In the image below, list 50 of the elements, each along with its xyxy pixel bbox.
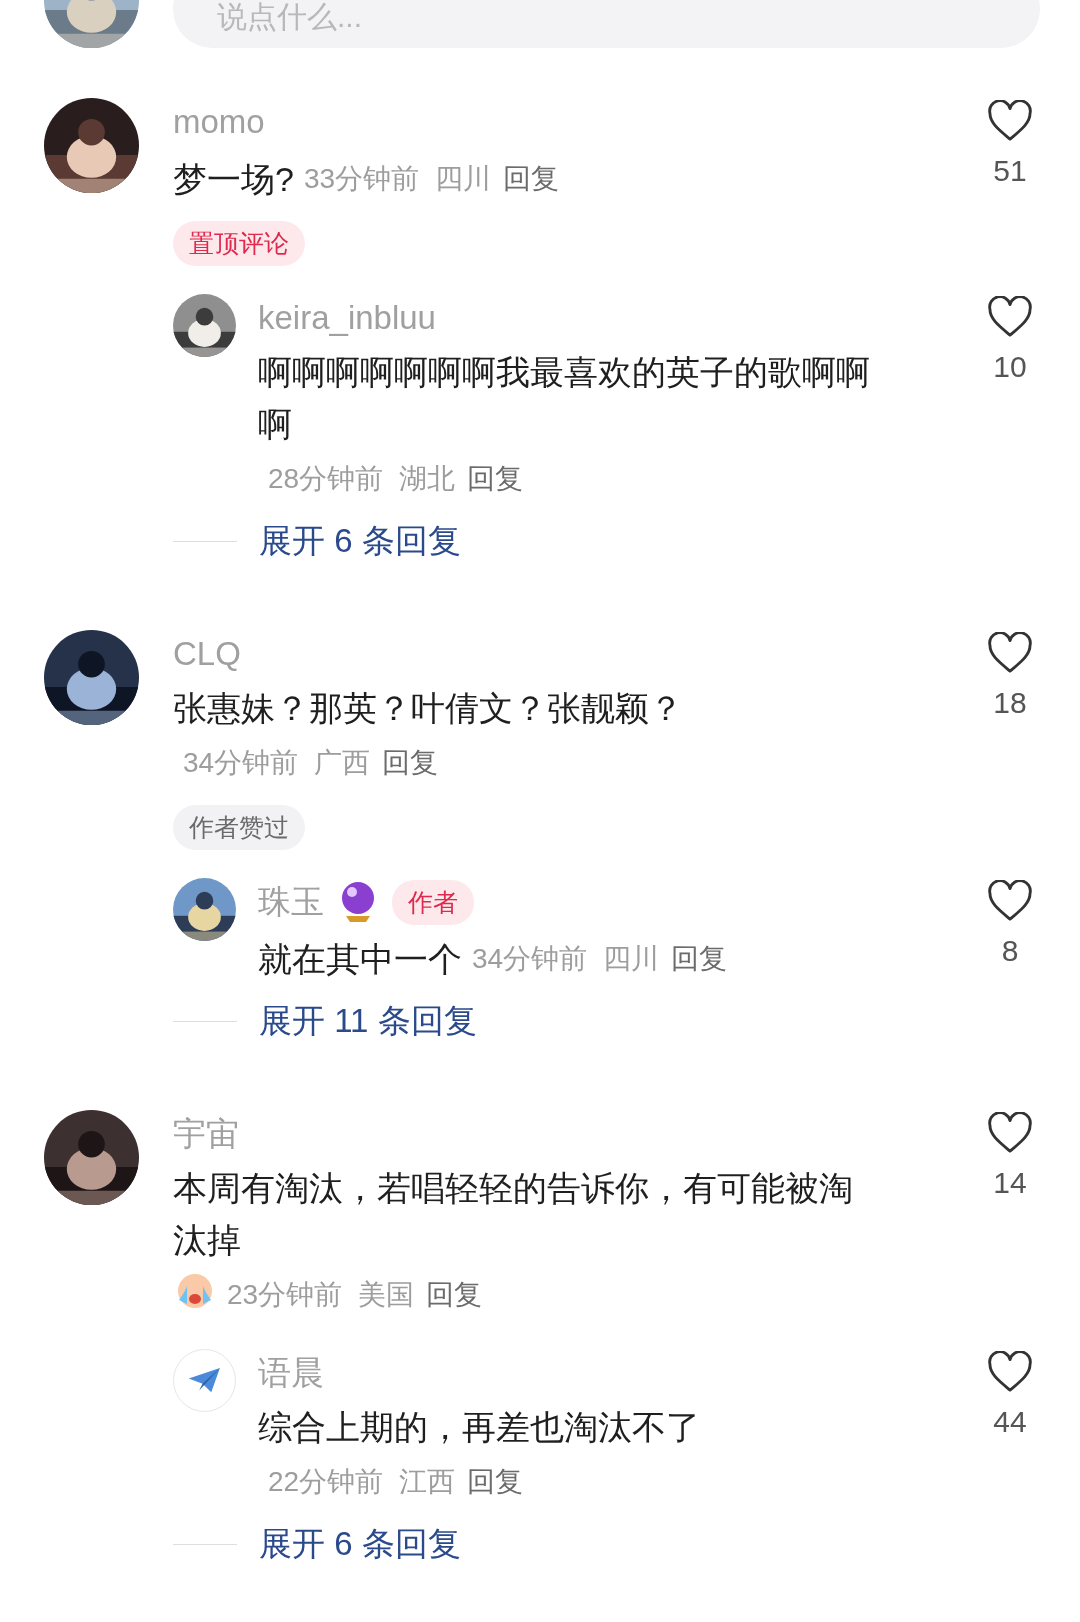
username: momo — [173, 103, 265, 141]
username: CLQ — [173, 635, 241, 673]
reply-link[interactable]: 回复 — [671, 943, 728, 974]
author-liked-label: 作者赞过 — [173, 805, 305, 850]
expand-replies-link[interactable]: 展开 11 条回复 — [259, 999, 477, 1044]
timestamp: 23分钟前 — [227, 1279, 343, 1310]
like-count: 18 — [993, 686, 1027, 720]
comment-text: 本周有淘汰，若唱轻轻的告诉你，有可能被淘汰掉 — [173, 1168, 854, 1261]
like-count: 51 — [993, 154, 1027, 188]
timestamp: 34分钟前 — [183, 747, 299, 778]
reply-link[interactable]: 回复 — [503, 163, 560, 194]
reply-text: 综合上期的，再差也淘汰不了 — [258, 1407, 700, 1448]
username: 语晨 — [258, 1352, 324, 1393]
reply-link[interactable]: 回复 — [426, 1279, 483, 1310]
username: 珠玉 — [258, 881, 324, 922]
heart-icon[interactable] — [987, 1351, 1033, 1393]
timestamp: 28分钟前 — [268, 463, 384, 494]
placeholder: 说点什么... — [217, 0, 362, 35]
heart-icon[interactable] — [987, 296, 1033, 338]
reply-text: 啊啊啊啊啊啊啊我最喜欢的英子的歌啊啊啊 — [258, 352, 871, 445]
author-tag: 作者 — [392, 879, 474, 925]
reply-link[interactable]: 回复 — [467, 1466, 524, 1497]
heart-icon[interactable] — [987, 880, 1033, 922]
heart-icon[interactable] — [987, 632, 1033, 674]
heart-icon[interactable] — [987, 100, 1033, 142]
location: 美国 — [358, 1279, 415, 1310]
expand-replies-link[interactable]: 展开 6 条回复 — [259, 1522, 461, 1567]
like-count: 44 — [993, 1405, 1027, 1439]
location: 四川 — [603, 943, 660, 974]
comment-text: 张惠妹？那英？叶倩文？张靓颖？ — [173, 688, 683, 729]
like-count: 14 — [993, 1166, 1027, 1200]
paper-plane-icon — [187, 1366, 222, 1395]
location: 湖北 — [399, 463, 456, 494]
timestamp: 33分钟前 — [303, 163, 420, 194]
like-count: 10 — [993, 350, 1027, 384]
comment-text: 梦一场? — [173, 159, 294, 200]
timestamp: 22分钟前 — [268, 1466, 384, 1497]
location: 四川 — [435, 163, 492, 194]
pinned-label: 置顶评论 — [173, 221, 305, 266]
reply-text: 就在其中一个 — [258, 939, 462, 980]
expand-replies-link[interactable]: 展开 6 条回复 — [259, 519, 461, 564]
username: keira_inbluu — [258, 299, 436, 337]
timestamp: 34分钟前 — [472, 943, 588, 974]
heart-icon[interactable] — [987, 1112, 1033, 1154]
reply-link[interactable]: 回复 — [467, 463, 524, 494]
username: 宇宙 — [173, 1113, 239, 1154]
location: 广西 — [314, 747, 371, 778]
like-count: 8 — [1001, 934, 1019, 968]
reply-link[interactable]: 回复 — [382, 747, 439, 778]
location: 江西 — [399, 1466, 456, 1497]
